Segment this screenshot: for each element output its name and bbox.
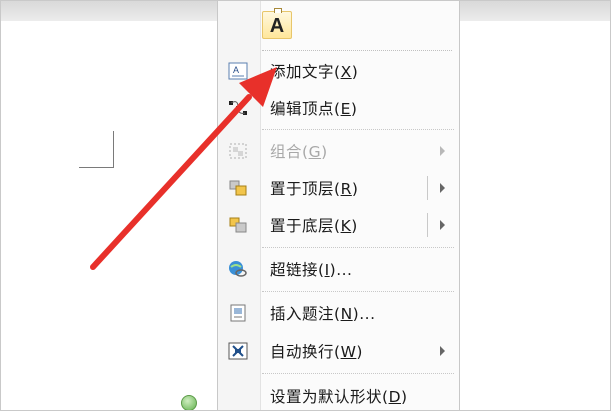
svg-text:A: A <box>233 65 239 75</box>
bring-to-front-icon <box>229 180 247 196</box>
menu-item-insert-caption[interactable]: 插入题注(N)... <box>218 296 459 330</box>
menu-separator <box>262 247 454 248</box>
menu-item-label: 插入题注(N)... <box>270 305 376 323</box>
menu-item-group[interactable]: 组合(G) <box>218 134 459 168</box>
group-icon <box>229 143 247 159</box>
menu-item-label: 置于顶层(R) <box>270 180 359 198</box>
menu-separator <box>262 129 454 130</box>
submenu-arrow-icon <box>440 146 445 156</box>
text-box-icon[interactable]: A <box>262 8 292 39</box>
menu-item-label: 组合(G) <box>270 143 328 161</box>
menu-item-set-default-shape[interactable]: 设置为默认形状(D) <box>218 379 459 410</box>
submenu-arrow-icon[interactable] <box>440 220 445 230</box>
split-button-divider <box>427 176 428 200</box>
menu-toolbar-row: A <box>262 5 452 51</box>
insert-caption-icon <box>230 304 246 322</box>
hyperlink-icon <box>229 261 247 277</box>
menu-item-hyperlink[interactable]: 超链接(I)... <box>218 252 459 286</box>
menu-separator <box>262 373 454 374</box>
menu-separator <box>262 291 454 292</box>
menu-item-label: 置于底层(K) <box>270 217 358 235</box>
menu-item-label: 自动换行(W) <box>270 343 363 361</box>
text-box-glyph: A <box>269 15 285 37</box>
page-corner-mark <box>79 131 114 168</box>
menu-item-text-wrap[interactable]: 自动换行(W) <box>218 334 459 368</box>
clip-cap <box>274 8 282 13</box>
add-text-icon: A <box>228 62 248 80</box>
menu-item-label: 设置为默认形状(D) <box>270 388 408 406</box>
menu-item-add-text[interactable]: A 添加文字(X) <box>218 54 459 88</box>
menu-item-label: 编辑顶点(E) <box>270 100 358 118</box>
menu-item-bring-to-front[interactable]: 置于顶层(R) <box>218 171 459 205</box>
screenshot-frame: A A 添加文字(X) 编辑顶点(E) 组合(G) 置于顶层(R) 置于底层(K… <box>0 0 611 411</box>
shape-rotation-handle[interactable] <box>181 395 197 410</box>
split-button-divider <box>427 213 428 237</box>
submenu-arrow-icon[interactable] <box>440 183 445 193</box>
context-menu: A A 添加文字(X) 编辑顶点(E) 组合(G) 置于顶层(R) 置于底层(K… <box>217 1 460 410</box>
menu-item-edit-points[interactable]: 编辑顶点(E) <box>218 91 459 125</box>
toolbar-separator <box>262 50 452 51</box>
text-wrap-icon <box>228 342 248 360</box>
menu-item-label: 超链接(I)... <box>270 261 353 279</box>
edit-points-icon <box>229 101 247 115</box>
menu-item-send-to-back[interactable]: 置于底层(K) <box>218 208 459 242</box>
submenu-arrow-icon <box>440 346 445 356</box>
menu-item-label: 添加文字(X) <box>270 63 359 81</box>
send-to-back-icon <box>229 217 247 233</box>
